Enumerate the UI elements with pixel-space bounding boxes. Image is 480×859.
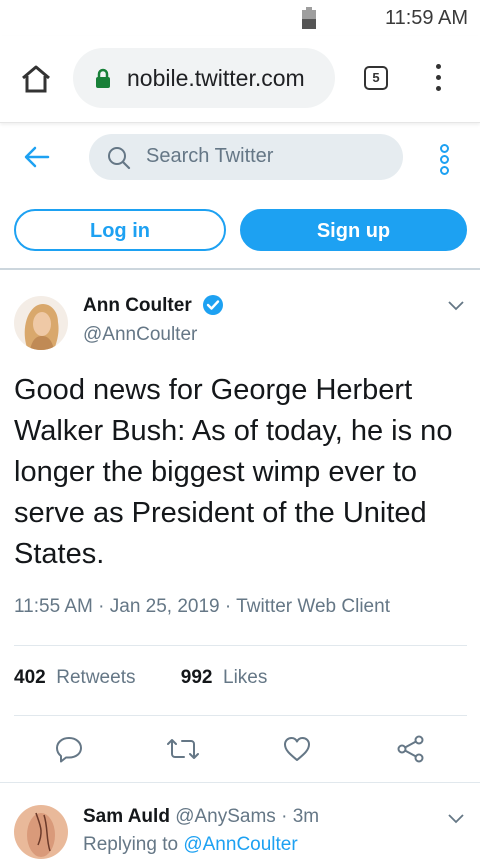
divider <box>0 782 480 783</box>
search-placeholder: Search Twitter <box>146 145 274 167</box>
tweet-text: Good news for George Herbert Walker Bush… <box>14 374 453 570</box>
like-heart-icon[interactable] <box>282 734 312 764</box>
reply-author-handle: @AnySams <box>175 806 276 827</box>
battery-icon <box>302 7 316 29</box>
reply-icon[interactable] <box>54 734 84 764</box>
replying-to-label: Replying to <box>83 834 179 855</box>
verified-badge-icon <box>203 295 223 315</box>
tweet-stats: 402 Retweets 992 Likes <box>14 667 267 689</box>
author-name[interactable]: Ann Coulter <box>83 295 192 317</box>
signup-button[interactable]: Sign up <box>240 209 467 251</box>
status-time: 11:59 AM <box>384 7 468 29</box>
likes-label: Likes <box>223 667 268 688</box>
likes-count: 992 <box>180 667 213 688</box>
home-icon[interactable] <box>20 64 52 94</box>
reply-time: · 3m <box>281 806 320 827</box>
login-button[interactable]: Log in <box>14 209 226 251</box>
browser-toolbar: nobile.twitter.com 5 <box>0 36 480 123</box>
divider <box>14 645 467 646</box>
status-bar: 11:59 AM <box>0 0 480 36</box>
lock-icon <box>96 68 110 88</box>
search-input[interactable]: Search Twitter <box>89 134 403 180</box>
avatar[interactable] <box>14 296 68 350</box>
twitter-header: Search Twitter Log in Sign up <box>0 124 480 270</box>
author-handle[interactable]: @AnnCoulter <box>83 324 197 346</box>
share-icon[interactable] <box>396 734 426 764</box>
chevron-down-icon[interactable] <box>446 298 466 312</box>
reply-author-name: Sam Auld <box>83 806 170 827</box>
retweet-icon[interactable] <box>167 734 199 764</box>
chevron-down-icon[interactable] <box>446 811 466 825</box>
tweet-actions <box>0 734 480 768</box>
url-text: nobile.twitter.com <box>127 65 305 91</box>
retweets-label: Retweets <box>56 667 136 688</box>
replying-to: Replying to @AnnCoulter <box>83 834 298 856</box>
tab-switcher-button[interactable]: 5 <box>364 66 388 90</box>
search-icon <box>108 147 131 170</box>
retweets-count: 402 <box>14 667 46 688</box>
address-bar[interactable]: nobile.twitter.com <box>73 48 335 108</box>
replying-to-link[interactable]: @AnnCoulter <box>183 834 297 855</box>
avatar[interactable] <box>14 805 68 859</box>
reply-author[interactable]: Sam Auld @AnySams · 3m <box>83 806 319 828</box>
back-arrow-icon[interactable] <box>24 146 50 168</box>
likes-stat[interactable]: 992 Likes <box>181 667 268 688</box>
tweet-timestamp[interactable]: 11:55 AM · Jan 25, 2019 · Twitter Web Cl… <box>14 596 390 618</box>
browser-menu-icon[interactable] <box>430 64 446 94</box>
retweets-stat[interactable]: 402 Retweets <box>14 667 135 688</box>
more-options-icon[interactable] <box>440 144 450 177</box>
divider <box>14 715 467 716</box>
